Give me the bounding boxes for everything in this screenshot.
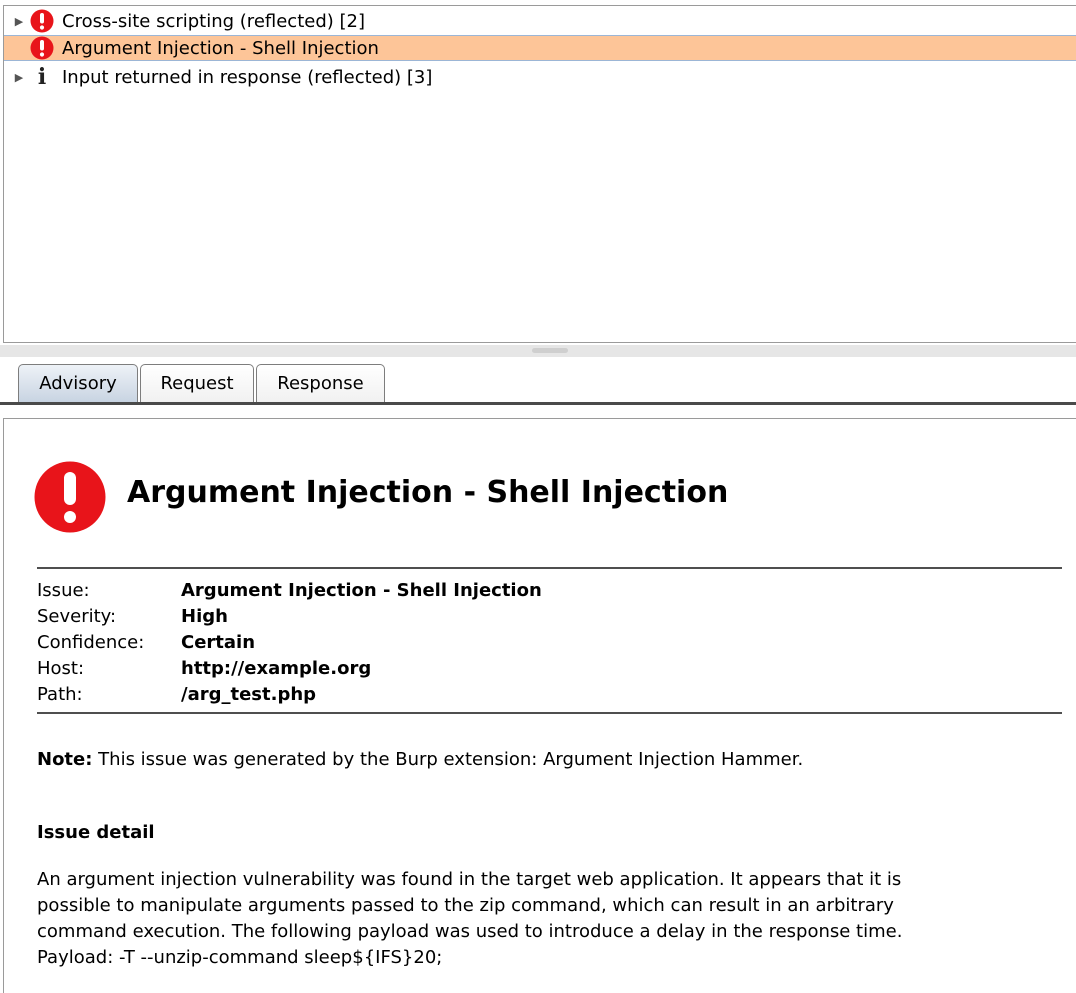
note-label: Note: [37, 749, 93, 770]
issue-detail-line: possible to manipulate arguments passed … [37, 895, 894, 916]
host-value: http://example.org [181, 658, 372, 679]
pane-splitter[interactable] [0, 345, 1076, 357]
issue-detail-line: command execution. The following payload… [37, 921, 903, 942]
expand-arrow-icon[interactable]: ▶ [12, 15, 26, 28]
splitter-grip[interactable] [532, 348, 568, 353]
issue-tree-item[interactable]: ▶ Cross-site scripting (reflected) [2] [4, 8, 1076, 34]
advisory-panel: Argument Injection - Shell Injection Iss… [3, 418, 1076, 993]
issue-label: Issue: [37, 580, 90, 601]
tab-advisory[interactable]: Advisory [18, 364, 138, 402]
host-label: Host: [37, 658, 85, 679]
extension-note: Note: This issue was generated by the Bu… [37, 749, 803, 770]
severity-high-icon [34, 461, 106, 533]
confidence-label: Confidence: [37, 632, 145, 653]
path-label: Path: [37, 684, 83, 705]
burp-issue-viewer: ▶ Cross-site scripting (reflected) [2] ▶ [0, 0, 1076, 993]
severity-label: Severity: [37, 606, 117, 627]
expand-arrow-icon[interactable]: ▶ [12, 71, 26, 84]
severity-value: High [181, 606, 228, 627]
note-text: This issue was generated by the Burp ext… [92, 749, 804, 770]
issue-value: Argument Injection - Shell Injection [181, 580, 542, 601]
issue-tree-item-selected[interactable]: ▶ Argument Injection - Shell Injection [4, 35, 1076, 61]
advisory-title: Argument Injection - Shell Injection [127, 475, 729, 510]
error-icon [30, 9, 54, 33]
tab-baseline [0, 402, 1076, 405]
issue-detail-line: An argument injection vulnerability was … [37, 869, 902, 890]
error-icon [30, 36, 54, 60]
confidence-value: Certain [181, 632, 256, 653]
tab-response[interactable]: Response [256, 364, 385, 402]
divider [37, 712, 1062, 714]
detail-tabbar: Advisory Request Response [0, 357, 1076, 407]
issue-detail-line: Payload: -T --unzip-command sleep${IFS}2… [37, 947, 443, 968]
issue-tree-label: Cross-site scripting (reflected) [2] [62, 10, 365, 32]
issue-tree-item[interactable]: ▶ i Input returned in response (reflecte… [4, 64, 1076, 90]
divider [37, 567, 1062, 569]
path-value: /arg_test.php [181, 684, 317, 705]
issue-tree-label: Input returned in response (reflected) [… [62, 66, 433, 88]
info-icon: i [37, 64, 47, 90]
issues-tree: ▶ Cross-site scripting (reflected) [2] ▶ [3, 5, 1076, 343]
issue-tree-label: Argument Injection - Shell Injection [62, 37, 379, 59]
tab-request[interactable]: Request [140, 364, 254, 402]
issue-detail-heading: Issue detail [37, 822, 155, 843]
